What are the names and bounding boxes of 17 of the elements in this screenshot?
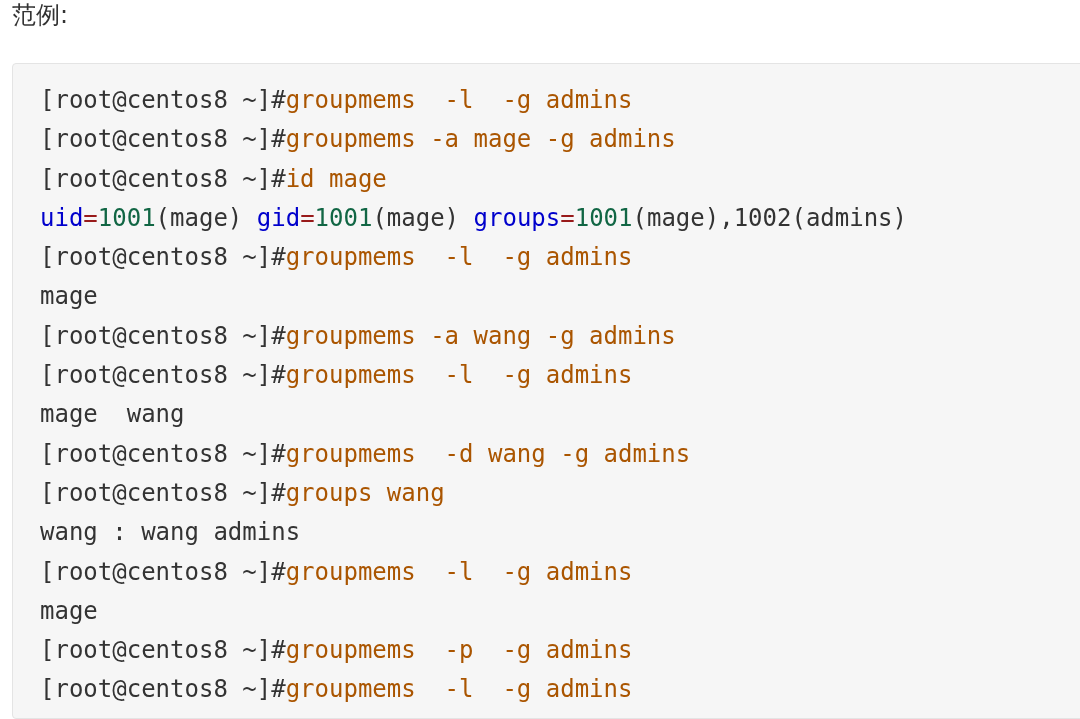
section-heading: 范例: xyxy=(11,0,70,31)
code-line: [root@centos8 ~]#groupmems -l -g admins xyxy=(40,242,633,274)
code-line: uid=1001(mage) gid=1001(mage) groups=1001(mage),1002(admins) xyxy=(40,202,908,234)
code-line: [root@centos8 ~]#groupmems -l -g admins xyxy=(40,674,633,706)
code-line: [root@centos8 ~]#groupmems -p -g admins xyxy=(40,635,633,667)
code-line: mage xyxy=(40,281,98,313)
code-line: [root@centos8 ~]#id mage xyxy=(40,163,387,195)
code-line: [root@centos8 ~]#groupmems -a mage -g admins xyxy=(40,124,676,156)
code-line: wang : wang admins xyxy=(40,517,301,549)
code-line: [root@centos8 ~]#groupmems -d wang -g admins xyxy=(40,438,691,470)
code-line: mage wang xyxy=(40,399,185,431)
code-line: [root@centos8 ~]#groupmems -l -g admins xyxy=(40,556,633,588)
code-line: [root@centos8 ~]#groups wang xyxy=(40,477,445,509)
code-line: [root@centos8 ~]#groupmems -l -g admins xyxy=(40,360,633,392)
code-line: mage xyxy=(40,595,98,627)
code-line: [root@centos8 ~]#groupmems -a wang -g admins xyxy=(40,320,676,352)
code-line: [root@centos8 ~]#groupmems -l -g admins xyxy=(40,85,633,116)
